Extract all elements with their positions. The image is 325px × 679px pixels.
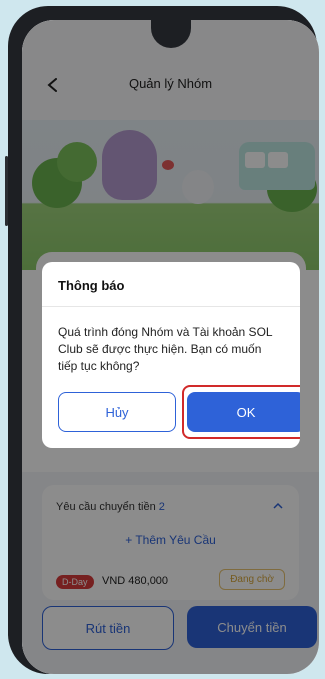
phone-frame: Quản lý Nhóm Yêu cầu chuyển tiền 2 + Thê… [5, 6, 319, 674]
dialog-title: Thông báo [58, 278, 125, 293]
confirm-dialog: Thông báo Quá trình đóng Nhóm và Tài kho… [42, 262, 300, 448]
dialog-message: Quá trình đóng Nhóm và Tài khoản SOL Clu… [58, 325, 273, 373]
screen: Quản lý Nhóm Yêu cầu chuyển tiền 2 + Thê… [22, 20, 319, 674]
cancel-button[interactable]: Hủy [58, 392, 176, 432]
dialog-divider [42, 306, 300, 307]
volume-button [5, 156, 8, 226]
ok-button[interactable]: OK [187, 392, 300, 432]
